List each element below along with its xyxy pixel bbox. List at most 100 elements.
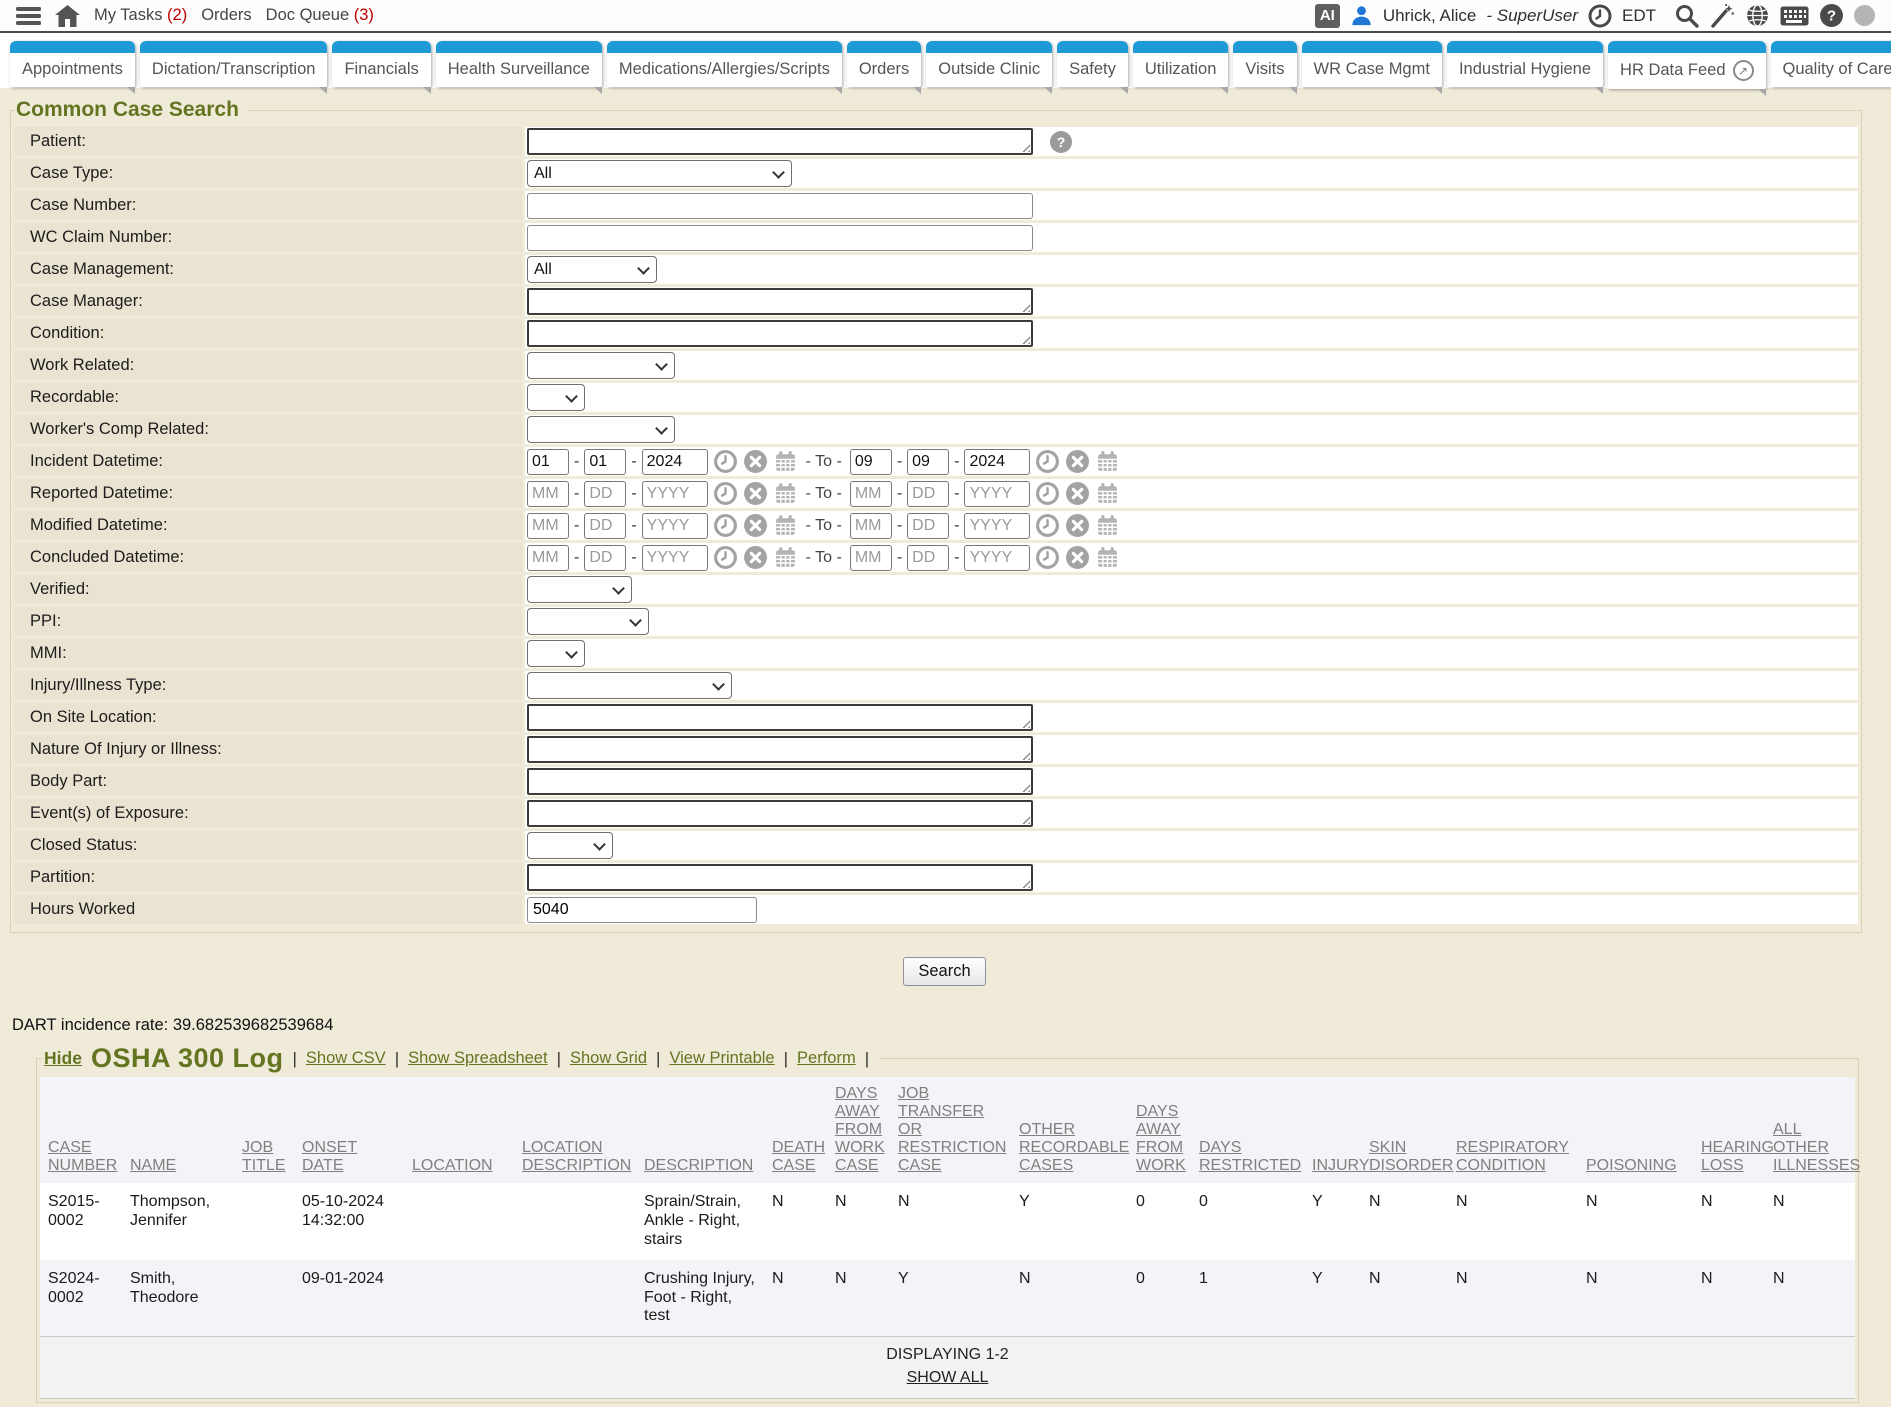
col-header-days-away-from-work[interactable]: DAYS AWAY FROM WORK <box>1128 1077 1191 1183</box>
hours-worked-input[interactable] <box>527 897 757 923</box>
incident-from-year-input[interactable] <box>642 449 708 475</box>
body-part-input[interactable] <box>527 768 1033 795</box>
col-header-injury[interactable]: INJURY <box>1304 1077 1361 1183</box>
col-header-job-title[interactable]: JOB TITLE <box>234 1077 294 1183</box>
date-clear-icon[interactable] <box>1065 449 1090 474</box>
case-management-select[interactable]: All <box>527 256 657 283</box>
help-icon[interactable]: ? <box>1819 3 1844 28</box>
field-help-icon[interactable]: ? <box>1050 131 1072 153</box>
date-clear-icon[interactable] <box>743 481 768 506</box>
ppi-select[interactable] <box>527 608 649 635</box>
col-header-case-number[interactable]: CASE NUMBER <box>40 1077 122 1183</box>
incident-to-year-input[interactable] <box>964 449 1030 475</box>
col-header-job-transfer-or-restriction-case[interactable]: JOB TRANSFER OR RESTRICTION CASE <box>890 1077 1011 1183</box>
tab-utilization[interactable]: Utilization <box>1133 41 1229 87</box>
date-clock-icon[interactable] <box>713 545 738 570</box>
modified-to-day-input[interactable] <box>907 513 949 539</box>
case-type-select[interactable]: All <box>527 160 792 187</box>
patient-input[interactable] <box>527 128 1033 155</box>
col-header-hearing-loss[interactable]: HEARING LOSS <box>1693 1077 1765 1183</box>
tab-dictation-transcription[interactable]: Dictation/Transcription <box>140 41 328 87</box>
workers-comp-related-select[interactable] <box>527 416 675 443</box>
tab-wr-case-mgmt[interactable]: WR Case Mgmt <box>1302 41 1442 87</box>
events-of-exposure-input[interactable] <box>527 800 1033 827</box>
date-calendar-icon[interactable] <box>773 449 798 474</box>
date-clock-icon[interactable] <box>1035 513 1060 538</box>
reported-from-year-input[interactable] <box>642 481 708 507</box>
concluded-to-year-input[interactable] <box>964 545 1030 571</box>
date-clock-icon[interactable] <box>713 481 738 506</box>
reported-to-day-input[interactable] <box>907 481 949 507</box>
date-clear-icon[interactable] <box>1065 513 1090 538</box>
col-header-name[interactable]: NAME <box>122 1077 234 1183</box>
concluded-from-year-input[interactable] <box>642 545 708 571</box>
date-calendar-icon[interactable] <box>773 513 798 538</box>
show-spreadsheet-link[interactable]: Show Spreadsheet <box>408 1049 547 1068</box>
tab-safety[interactable]: Safety <box>1057 41 1128 87</box>
hide-link[interactable]: Hide <box>44 1048 82 1069</box>
date-clock-icon[interactable] <box>713 449 738 474</box>
tab-outside-clinic[interactable]: Outside Clinic <box>926 41 1052 87</box>
date-calendar-icon[interactable] <box>773 481 798 506</box>
condition-input[interactable] <box>527 320 1033 347</box>
perform-link[interactable]: Perform <box>797 1049 856 1068</box>
tab-health-surveillance[interactable]: Health Surveillance <box>436 41 602 87</box>
col-header-onset-date[interactable]: ONSET DATE <box>294 1077 404 1183</box>
date-clear-icon[interactable] <box>743 449 768 474</box>
on-site-location-input[interactable] <box>527 704 1033 731</box>
col-header-description[interactable]: DESCRIPTION <box>636 1077 764 1183</box>
concluded-to-month-input[interactable] <box>850 545 892 571</box>
orders-link[interactable]: Orders <box>201 6 251 25</box>
concluded-to-day-input[interactable] <box>907 545 949 571</box>
case-number-input[interactable] <box>527 193 1033 219</box>
show-all-link[interactable]: SHOW ALL <box>907 1367 989 1389</box>
incident-to-day-input[interactable] <box>907 449 949 475</box>
col-header-days-away-from-work-case[interactable]: DAYS AWAY FROM WORK CASE <box>827 1077 890 1183</box>
modified-from-year-input[interactable] <box>642 513 708 539</box>
partition-input[interactable] <box>527 864 1033 891</box>
modified-to-year-input[interactable] <box>964 513 1030 539</box>
wc-claim-number-input[interactable] <box>527 225 1033 251</box>
my-tasks-link[interactable]: My Tasks (2) <box>94 6 187 25</box>
closed-status-select[interactable] <box>527 832 613 859</box>
date-clock-icon[interactable] <box>1035 545 1060 570</box>
nature-of-injury-input[interactable] <box>527 736 1033 763</box>
tab-orders[interactable]: Orders <box>847 41 921 87</box>
date-clock-icon[interactable] <box>1035 449 1060 474</box>
ai-badge[interactable]: AI <box>1315 4 1340 28</box>
incident-to-month-input[interactable] <box>850 449 892 475</box>
mmi-select[interactable] <box>527 640 585 667</box>
keyboard-icon[interactable] <box>1780 6 1809 26</box>
show-grid-link[interactable]: Show Grid <box>570 1049 647 1068</box>
case-manager-input[interactable] <box>527 288 1033 315</box>
tab-financials[interactable]: Financials <box>332 41 430 87</box>
col-header-other-recordable-cases[interactable]: OTHER RECORDABLE CASES <box>1011 1077 1128 1183</box>
col-header-skin-disorder[interactable]: SKIN DISORDER <box>1361 1077 1448 1183</box>
incident-from-day-input[interactable] <box>584 449 626 475</box>
col-header-all-other-illnesses[interactable]: ALL OTHER ILLNESSES <box>1765 1077 1855 1183</box>
injury-illness-type-select[interactable] <box>527 672 732 699</box>
modified-from-day-input[interactable] <box>584 513 626 539</box>
home-icon[interactable] <box>55 5 80 27</box>
tab-visits[interactable]: Visits <box>1233 41 1296 87</box>
concluded-from-month-input[interactable] <box>527 545 569 571</box>
show-csv-link[interactable]: Show CSV <box>306 1049 386 1068</box>
tab-quality-of-care[interactable]: Quality of Care <box>1771 41 1891 87</box>
search-button[interactable]: Search <box>903 957 985 986</box>
tab-appointments[interactable]: Appointments <box>10 41 135 87</box>
doc-queue-link[interactable]: Doc Queue (3) <box>266 6 374 25</box>
col-header-death-case[interactable]: DEATH CASE <box>764 1077 827 1183</box>
date-calendar-icon[interactable] <box>1095 513 1120 538</box>
modified-from-month-input[interactable] <box>527 513 569 539</box>
incident-from-month-input[interactable] <box>527 449 569 475</box>
work-related-select[interactable] <box>527 352 675 379</box>
tab-hr-data-feed[interactable]: HR Data Feed↗ <box>1608 41 1765 89</box>
verified-select[interactable] <box>527 576 632 603</box>
date-clock-icon[interactable] <box>713 513 738 538</box>
date-calendar-icon[interactable] <box>1095 449 1120 474</box>
date-clock-icon[interactable] <box>1035 481 1060 506</box>
col-header-location-description[interactable]: LOCATION DESCRIPTION <box>514 1077 636 1183</box>
date-clear-icon[interactable] <box>1065 481 1090 506</box>
user-name[interactable]: Uhrick, Alice <box>1383 6 1477 26</box>
date-clear-icon[interactable] <box>743 545 768 570</box>
